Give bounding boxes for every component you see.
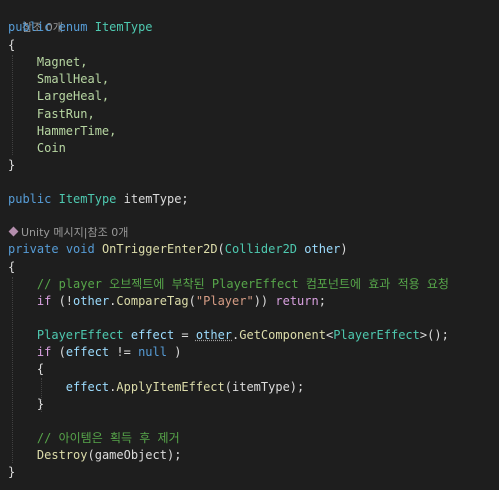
code-comment: // 아이템은 획득 후 제거 (36, 431, 180, 445)
if-open-brace-line[interactable]: { (8, 361, 44, 378)
method-open-brace-line[interactable]: { (8, 259, 15, 276)
argument: itemType (232, 380, 290, 394)
semicolon: ; (181, 192, 189, 206)
enum-member: HammerTime, (36, 124, 117, 138)
if-null-check-line[interactable]: if (effect != null ) (8, 344, 182, 361)
punctuation: ( (188, 294, 196, 308)
enum-member-line[interactable]: LargeHeal, (8, 88, 109, 105)
variable-other: other (195, 328, 233, 342)
method-name: OnTriggerEnter2D (101, 242, 218, 256)
variable-other: other (73, 294, 110, 308)
enum-declaration-line[interactable]: public enum ItemType (8, 19, 153, 36)
unity-icon (8, 226, 19, 237)
enum-member: Coin (36, 141, 66, 155)
punctuation: ); (166, 448, 182, 462)
unity-message-references[interactable]: Unity 메시지|참조 0개 (21, 226, 128, 239)
enum-member-line[interactable]: HammerTime, (8, 123, 116, 140)
variable-effect: effect (65, 380, 110, 394)
string-literal: "Player" (195, 294, 254, 308)
param-name: other (304, 242, 341, 256)
paren-close: ) (340, 242, 348, 256)
punctuation: ( (87, 448, 95, 462)
paren-open: ( (217, 242, 225, 256)
enum-member: LargeHeal, (36, 89, 110, 103)
punctuation: ( (224, 380, 232, 394)
keyword-if: if (36, 345, 52, 359)
method-signature-line[interactable]: private void OnTriggerEnter2D(Collider2D… (8, 241, 348, 258)
method-call-destroy: Destroy (36, 448, 88, 462)
getcomponent-line[interactable]: PlayerEffect effect = other.GetComponent… (8, 327, 449, 344)
keyword-public: public (8, 192, 52, 206)
enum-member-line[interactable]: Coin (8, 140, 66, 157)
param-type: Collider2D (224, 242, 298, 256)
open-brace: { (8, 38, 16, 52)
method-codelens[interactable]: Unity 메시지|참조 0개 (8, 224, 128, 241)
enum-member-line[interactable]: SmallHeal, (8, 71, 109, 88)
method-call-applyitemeffect: ApplyItemEffect (116, 380, 225, 394)
keyword-null: null (138, 345, 167, 359)
enum-close-brace-line[interactable]: } (8, 157, 15, 174)
generic-close: >(); (419, 328, 449, 342)
close-brace: } (8, 465, 16, 479)
variable-effect: effect (130, 328, 175, 342)
assign-operator: = (174, 328, 196, 342)
close-brace: } (36, 397, 45, 411)
field-declaration-line[interactable]: public ItemType itemType; (8, 191, 189, 208)
apply-effect-line[interactable]: effect.ApplyItemEffect(itemType); (8, 379, 304, 396)
method-close-brace-line[interactable]: } (8, 464, 15, 481)
method-call-getcomponent: GetComponent (239, 328, 326, 342)
code-comment: // player 오브젝트에 부착된 PlayerEffect 컴포넌트에 효… (36, 277, 449, 291)
not-equal-operator: != (109, 345, 139, 359)
keyword-return: return (275, 294, 319, 308)
punctuation: (! (51, 294, 74, 308)
argument: gameObject (94, 448, 167, 462)
comment-line[interactable]: // player 오브젝트에 부착된 PlayerEffect 컴포넌트에 효… (8, 276, 449, 293)
keyword-enum: enum (58, 20, 88, 34)
variable-effect: effect (65, 345, 110, 359)
code-editor[interactable]: 참조 0개 public enum ItemType { Magnet, Sma… (0, 0, 499, 490)
keyword-private: private (8, 242, 59, 256)
enum-reference-codelens[interactable]: 참조 0개 (8, 2, 63, 34)
enum-member: FastRun, (36, 107, 95, 121)
enum-open-brace-line[interactable]: { (8, 37, 15, 54)
enum-name: ItemType (94, 20, 153, 34)
punctuation: )) (253, 294, 276, 308)
close-brace: } (8, 158, 16, 172)
keyword-void: void (65, 242, 95, 256)
enum-member-line[interactable]: FastRun, (8, 106, 95, 123)
enum-member: Magnet, (36, 55, 88, 69)
method-call-comparetag: CompareTag (116, 294, 189, 308)
punctuation: ); (289, 380, 305, 394)
enum-member: SmallHeal, (36, 72, 110, 86)
open-brace: { (8, 260, 16, 274)
semicolon: ; (318, 294, 326, 308)
field-name: itemType (123, 192, 182, 206)
comment-line[interactable]: // 아이템은 획득 후 제거 (8, 430, 180, 447)
keyword-if: if (36, 294, 52, 308)
field-type: ItemType (58, 192, 117, 206)
punctuation: ) (166, 345, 182, 359)
punctuation: ( (51, 345, 66, 359)
destroy-line[interactable]: Destroy(gameObject); (8, 447, 182, 464)
type-playereffect: PlayerEffect (36, 328, 124, 342)
keyword-public: public (8, 20, 52, 34)
if-close-brace-line[interactable]: } (8, 396, 44, 413)
open-brace: { (36, 362, 45, 376)
enum-member-line[interactable]: Magnet, (8, 54, 88, 71)
if-compare-tag-line[interactable]: if (!other.CompareTag("Player")) return; (8, 293, 326, 310)
generic-type: PlayerEffect (333, 328, 420, 342)
